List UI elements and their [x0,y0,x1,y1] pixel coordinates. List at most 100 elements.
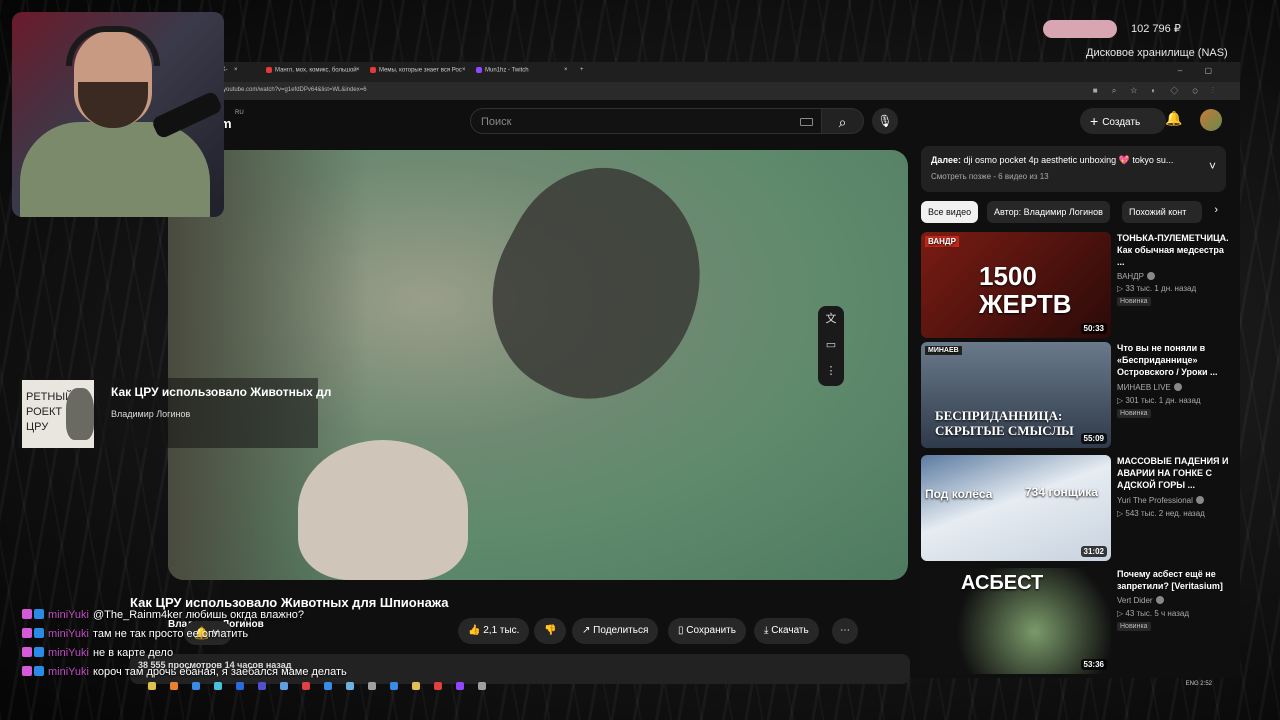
search-button[interactable]: ⌕ [822,108,864,134]
now-playing-card: РЕТНЫЙ РОЕКТ ЦРУ Как ЦРУ использовало Жи… [18,378,331,448]
recommendation-channel[interactable]: МИНАЕВ LIVE [1117,383,1182,392]
recommendation-item[interactable]: МИНАЕВ БЕСПРИДАННИЦА: СКРЫТЫЕ СМЫСЛЫ 55:… [921,342,1231,450]
chat-text: короч там дрочь ебаная, я заебался маме … [92,666,347,678]
up-next-subtitle: Смотреть позже - 6 видео из 13 [931,172,1049,181]
browser-tab-bar: Ж- × Мангл, мох, комикс, большой × Мемы,… [220,62,1240,82]
streamer-webcam [12,12,224,217]
save-button[interactable]: ▯ Сохранить [668,618,746,644]
chevron-down-icon[interactable]: ˅ [1209,159,1216,173]
recommendation-item[interactable]: Под колёса 734 гонщика 31:02 МАССОВЫЕ ПА… [921,455,1231,563]
recommendation-channel[interactable]: Yuri The Professional [1117,496,1204,505]
taskbar-app-icon[interactable] [302,682,310,690]
extension-icons[interactable]: ■ ⌕ ☆ ◐ ◇ ⊙ ⋮ [1093,86,1220,96]
notifications-bell-icon[interactable]: 🔔 [1165,110,1182,127]
taskbar-app-icon[interactable] [148,682,156,690]
taskbar-app-icon[interactable] [412,682,420,690]
recommendation-title[interactable]: ТОНЬКА-ПУЛЕМЕТЧИЦА. Как обычная медсестр… [1117,232,1229,268]
recommendation-channel[interactable]: ВАНДР [1117,272,1155,281]
close-icon[interactable]: × [356,67,360,73]
browser-tab-1[interactable]: Мангл, мох, комикс, большой [266,67,357,74]
system-tray[interactable]: ENG 2:52 [1186,681,1212,687]
more-horizontal-icon: ⋯ [840,625,850,636]
taskbar-app-icon[interactable] [368,682,376,690]
chip-by-author[interactable]: Автор: Владимир Логинов [987,201,1110,223]
taskbar-app-icon[interactable] [214,682,222,690]
thumbnail-text: Под колёса [925,487,993,501]
new-tab-icon[interactable]: + [580,67,584,73]
chip-similar[interactable]: Похожий конт [1122,201,1202,223]
video-player[interactable]: 文 ▭ ⋮ [168,150,908,580]
recommendation-item[interactable]: ВАНДР 1500 ЖЕРТВ 50:33 ТОНЬКА-ПУЛЕМЕТЧИЦ… [921,232,1231,340]
window-controls[interactable]: – ▢ [1178,66,1222,75]
address-bar[interactable]: youtube.com/watch?v=g1efdDPv64&list=WL&i… [220,82,1240,100]
recommendation-title[interactable]: Что вы не поняли в «Бесприданнице» Остро… [1117,342,1229,378]
video-frame-dark-shape [455,150,741,434]
more-options-icon[interactable]: ⋮ [818,358,844,384]
close-icon[interactable]: × [234,67,238,73]
close-icon[interactable]: × [462,67,466,73]
chat-badges [22,628,48,638]
stream-chat: miniYuki @The_Rainm4ker любишь окгда влаж… [22,609,352,685]
keyboard-icon[interactable] [800,118,813,126]
chat-text: @The_Rainm4ker любишь окгда влажно? [92,609,305,621]
user-avatar[interactable] [1200,109,1222,131]
verified-icon [1146,272,1155,280]
captions-icon[interactable]: ▭ [818,332,844,358]
voice-search-button[interactable]: 🎙 [872,108,898,134]
taskbar-app-icon[interactable] [258,682,266,690]
video-side-tools: 文 ▭ ⋮ [818,306,844,386]
card-title: Как ЦРУ использовало Животных дл [111,385,332,399]
video-thumbnail[interactable]: ВАНДР 1500 ЖЕРТВ 50:33 [921,232,1111,338]
microphone-icon: 🎙 [877,114,893,128]
translate-icon[interactable]: 文 [818,306,844,332]
video-thumbnail[interactable]: МИНАЕВ БЕСПРИДАННИЦА: СКРЫТЫЕ СМЫСЛЫ 55:… [921,342,1111,448]
create-button[interactable]: + Создать [1080,108,1166,134]
card-thumbnail-text: РЕТНЫЙ РОЕКТ ЦРУ [26,391,73,433]
like-button[interactable]: 👍 2,1 тыс. [458,618,530,644]
verified-icon [1173,383,1182,391]
url-text[interactable]: youtube.com/watch?v=g1efdDPv64&list=WL&i… [223,87,367,93]
dislike-button[interactable]: 👎 [534,618,567,644]
close-icon[interactable]: × [564,67,568,73]
video-thumbnail[interactable]: АСБЕСТ 53:36 [921,568,1111,674]
thumbnail-tag: МИНАЕВ [925,346,962,355]
thumbnail-text: БЕСПРИДАННИЦА: СКРЫТЫЕ СМЫСЛЫ [935,408,1074,438]
youtube-icon [370,67,376,73]
nas-label: Дисковое хранилище (NAS) [1086,47,1228,59]
search-box[interactable]: Поиск [470,108,822,134]
taskbar-app-icon[interactable] [478,682,486,690]
recommendation-meta: ▷ 543 тыс. 2 нед. назад [1117,509,1205,518]
recommendation-channel[interactable]: Vert Dider [1117,596,1164,605]
recommendation-title[interactable]: МАССОВЫЕ ПАДЕНИЯ И АВАРИИ НА ГОНКЕ С АДС… [1117,455,1229,491]
taskbar-app-icon[interactable] [192,682,200,690]
up-next-panel[interactable]: Далее: dji osmo pocket 4p aesthetic unbo… [921,146,1226,192]
recommendation-title[interactable]: Почему асбест ещё не запретили? [Veritas… [1117,568,1229,592]
more-actions-button[interactable]: ⋯ [832,618,858,644]
share-button[interactable]: ↗ Поделиться [572,618,659,644]
chat-text: не в карте дело [92,647,174,659]
chip-all-videos[interactable]: Все видео [921,201,979,223]
browser-tab-2[interactable]: Мемы, которые знает вся Рос [370,67,462,74]
taskbar-app-icon[interactable] [236,682,244,690]
taskbar-app-icon[interactable] [434,682,442,690]
recommendation-item[interactable]: АСБЕСТ 53:36 Почему асбест ещё не запрет… [921,568,1231,676]
browser-tab-3[interactable]: Mun1hz - Twitch [476,67,529,74]
pigeon-icon [66,388,94,440]
taskbar-app-icon[interactable] [390,682,398,690]
taskbar-app-icon[interactable] [346,682,354,690]
chevron-right-icon[interactable]: › [1214,204,1218,216]
chat-message: miniYuki не в карте дело [22,647,352,666]
taskbar-app-icon[interactable] [456,682,464,690]
taskbar-app-icon[interactable] [170,682,178,690]
video-duration: 50:33 [1080,323,1107,334]
search-input[interactable]: Поиск [481,116,511,128]
download-button[interactable]: ⤓ Скачать [754,618,819,644]
taskbar-app-icon[interactable] [324,682,332,690]
taskbar-app-icon[interactable] [280,682,288,690]
chat-username: miniYuki [48,609,89,621]
verified-icon [1155,596,1164,604]
thumbs-down-icon: 👎 [544,625,557,636]
video-thumbnail[interactable]: Под колёса 734 гонщика 31:02 [921,455,1111,561]
thumbnail-text: 1500 ЖЕРТВ [979,261,1072,319]
taskbar: ENG 2:52 [140,678,1240,694]
